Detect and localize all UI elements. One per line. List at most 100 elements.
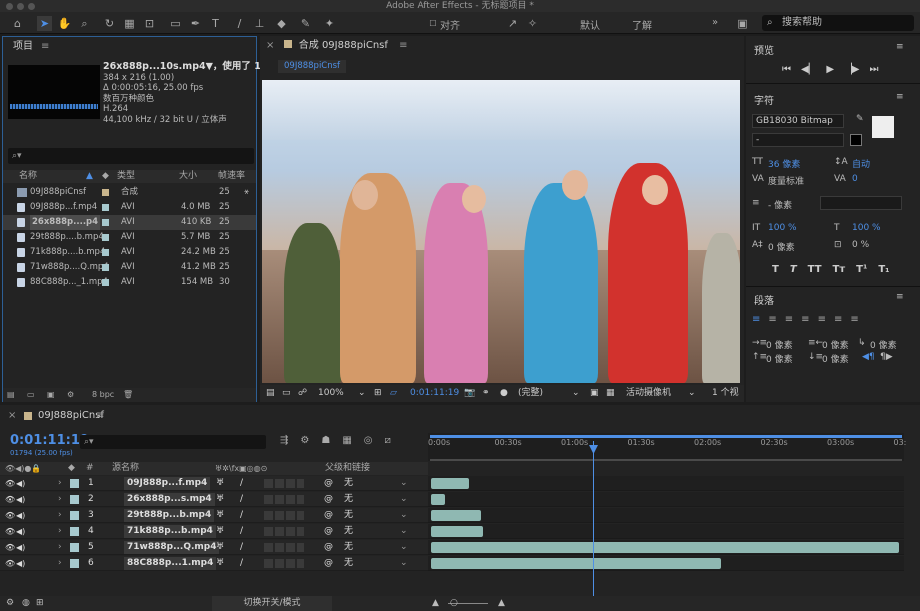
audio-icon[interactable]: ◀) <box>16 492 25 507</box>
eye-icon[interactable]: 👁 <box>5 476 15 491</box>
project-item[interactable]: 71k888p....b.mp4 AVI 24.2 MB 25 <box>3 245 256 260</box>
audio-icon[interactable]: ◀) <box>16 540 25 555</box>
layer-switches-icon[interactable]: ⚙ <box>6 596 14 611</box>
shy-switch-icon[interactable]: ♅ <box>216 540 224 555</box>
panel-menu-icon[interactable]: ≡ <box>399 40 407 51</box>
parent-dropdown[interactable]: 无 <box>344 508 353 523</box>
label-swatch[interactable] <box>102 219 109 226</box>
panel-menu-icon[interactable]: ≡ <box>41 41 49 52</box>
composition-viewer[interactable] <box>262 80 740 383</box>
align-label[interactable]: 对齐 <box>440 17 460 32</box>
align-center-icon[interactable]: ≡ <box>768 314 776 325</box>
indent-left-value[interactable]: 0 像素 <box>766 338 793 351</box>
chevron-right-icon[interactable]: › <box>58 540 62 555</box>
roto-brush-tool-icon[interactable]: ✎ <box>298 16 313 31</box>
font-family-dropdown[interactable]: GB18030 Bitmap <box>752 114 844 128</box>
rectangle-tool-icon[interactable]: ▭ <box>168 16 183 31</box>
layer-name[interactable]: 29t888p...b.mp4 <box>124 509 215 522</box>
layer-duration-bar[interactable] <box>431 526 483 537</box>
selection-tool-icon[interactable]: ➤ <box>37 16 52 31</box>
home-icon[interactable]: ⌂ <box>10 16 25 31</box>
eye-icon[interactable]: 👁 <box>5 540 15 555</box>
last-frame-icon[interactable]: ⏭ <box>869 64 878 75</box>
stroke-color-swatch[interactable] <box>850 134 862 146</box>
all-caps-button[interactable]: TT <box>808 264 822 275</box>
time-ruler[interactable]: 0:00s 00:30s 01:00s 01:30s 02:00s 02:30s 03:00… <box>428 433 906 461</box>
layer-name[interactable]: 71w888p...Q.mp4 <box>124 541 220 554</box>
audio-icon[interactable]: ◀) <box>16 524 25 539</box>
project-panel-title[interactable]: 项目 <box>13 41 33 52</box>
camera-tool-icon[interactable]: ▦ <box>122 16 137 31</box>
stroke-mode-dropdown[interactable] <box>820 196 902 210</box>
tsume-value[interactable]: 0 % <box>852 240 869 250</box>
label-icon[interactable]: ◆ <box>102 170 109 183</box>
col-fps[interactable]: 帧速率 <box>218 170 245 183</box>
parent-header[interactable]: 父级和链接 <box>325 462 370 475</box>
snap-options-icon[interactable]: ✧ <box>525 16 540 31</box>
panel-menu-icon[interactable]: ≡ <box>96 405 104 427</box>
kerning-value[interactable]: 度量标准 <box>768 174 804 187</box>
project-item[interactable]: 29t888p....b.mp4 AVI 5.7 MB 25 <box>3 230 256 245</box>
layer-name[interactable]: 88C888p...1.mp4 <box>124 557 217 570</box>
layer-duration-bar[interactable] <box>431 478 469 489</box>
pan-behind-tool-icon[interactable]: ⊡ <box>142 16 157 31</box>
layer-label-swatch[interactable] <box>70 559 79 568</box>
chevron-down-icon[interactable]: ⌄ <box>400 508 408 523</box>
label-swatch[interactable] <box>102 204 109 211</box>
eye-icon[interactable]: 👁 <box>5 508 15 523</box>
always-preview-icon[interactable]: ▤ <box>266 385 275 402</box>
stroke-width-value[interactable]: - 像素 <box>768 198 792 211</box>
layer-switch-boxes[interactable] <box>264 543 304 552</box>
project-settings-icon[interactable]: ⚙ <box>67 388 74 402</box>
space-before-value[interactable]: 0 像素 <box>766 352 793 365</box>
playhead-line[interactable] <box>593 441 594 597</box>
layer-switch-boxes[interactable] <box>264 479 304 488</box>
timeline-timecode[interactable]: 0:01:11:19 <box>10 433 89 448</box>
source-name-header[interactable]: 源名称 <box>112 462 139 475</box>
quality-switch-icon[interactable]: ∕ <box>240 508 243 523</box>
quality-switch-icon[interactable]: ∕ <box>240 476 243 491</box>
layer-switch-boxes[interactable] <box>264 495 304 504</box>
time-navigator[interactable] <box>430 459 902 461</box>
project-item[interactable]: 26x888p....p4 AVI 410 KB 25 <box>3 215 256 230</box>
chevron-right-icon[interactable]: › <box>58 556 62 571</box>
font-size-value[interactable]: 36 像素 <box>768 157 800 170</box>
layer-label-swatch[interactable] <box>70 511 79 520</box>
type-tool-icon[interactable]: T <box>208 16 223 31</box>
composition-tab[interactable]: 09J888piCnsf <box>278 60 347 73</box>
direction-ltr-icon[interactable]: ◀¶ <box>862 352 875 362</box>
new-folder-icon[interactable]: ▭ <box>27 388 35 402</box>
close-icon[interactable]: × <box>8 405 16 427</box>
layer-label-swatch[interactable] <box>70 527 79 536</box>
align-right-icon[interactable]: ≡ <box>785 314 793 325</box>
col-type[interactable]: 类型 <box>117 170 135 183</box>
horizontal-scale-value[interactable]: 100 % <box>852 223 881 233</box>
justify-all-icon[interactable]: ≡ <box>850 314 858 325</box>
timeline-layer-row[interactable]: 👁 ◀) › 2 26x888p...s.mp4 ♅ ∕ @ 无 ⌄ <box>0 492 428 507</box>
small-caps-button[interactable]: Tт <box>833 264 846 275</box>
col-size[interactable]: 大小 <box>179 170 197 183</box>
layer-duration-bar[interactable] <box>431 494 445 505</box>
workspace-default[interactable]: 默认 <box>580 17 600 32</box>
eye-icon[interactable]: 👁 <box>5 492 15 507</box>
parent-dropdown[interactable]: 无 <box>344 556 353 571</box>
space-after-value[interactable]: 0 像素 <box>822 352 849 365</box>
layer-name[interactable]: 09J888p...f.mp4 <box>124 477 211 490</box>
graph-editor-icon[interactable]: ⧄ <box>385 435 391 446</box>
timeline-layer-row[interactable]: 👁 ◀) › 6 88C888p...1.mp4 ♅ ∕ @ 无 ⌄ <box>0 556 428 571</box>
chevron-down-icon[interactable]: ⌄ <box>572 385 580 402</box>
project-item[interactable]: 88C888p..._1.mp4 AVI 154 MB 30 <box>3 275 256 290</box>
layer-duration-bar[interactable] <box>431 558 721 569</box>
label-swatch[interactable] <box>102 249 109 256</box>
faux-bold-button[interactable]: T <box>772 264 779 275</box>
new-composition-icon[interactable]: ▣ <box>47 388 55 402</box>
zoom-in-icon[interactable]: ▲ <box>498 596 505 611</box>
chevron-right-icon[interactable]: › <box>58 524 62 539</box>
panel-menu-icon[interactable]: ≡ <box>896 292 904 302</box>
rotate-tool-icon[interactable]: ↻ <box>102 16 117 31</box>
indent-right-value[interactable]: 0 像素 <box>822 338 849 351</box>
timeline-layer-row[interactable]: 👁 ◀) › 1 09J888p...f.mp4 ♅ ∕ @ 无 ⌄ <box>0 476 428 491</box>
shy-layers-icon[interactable]: ☗ <box>321 435 330 446</box>
brush-tool-icon[interactable]: ∕ <box>232 16 247 31</box>
zoom-tool-icon[interactable]: ⌕ <box>77 16 92 31</box>
